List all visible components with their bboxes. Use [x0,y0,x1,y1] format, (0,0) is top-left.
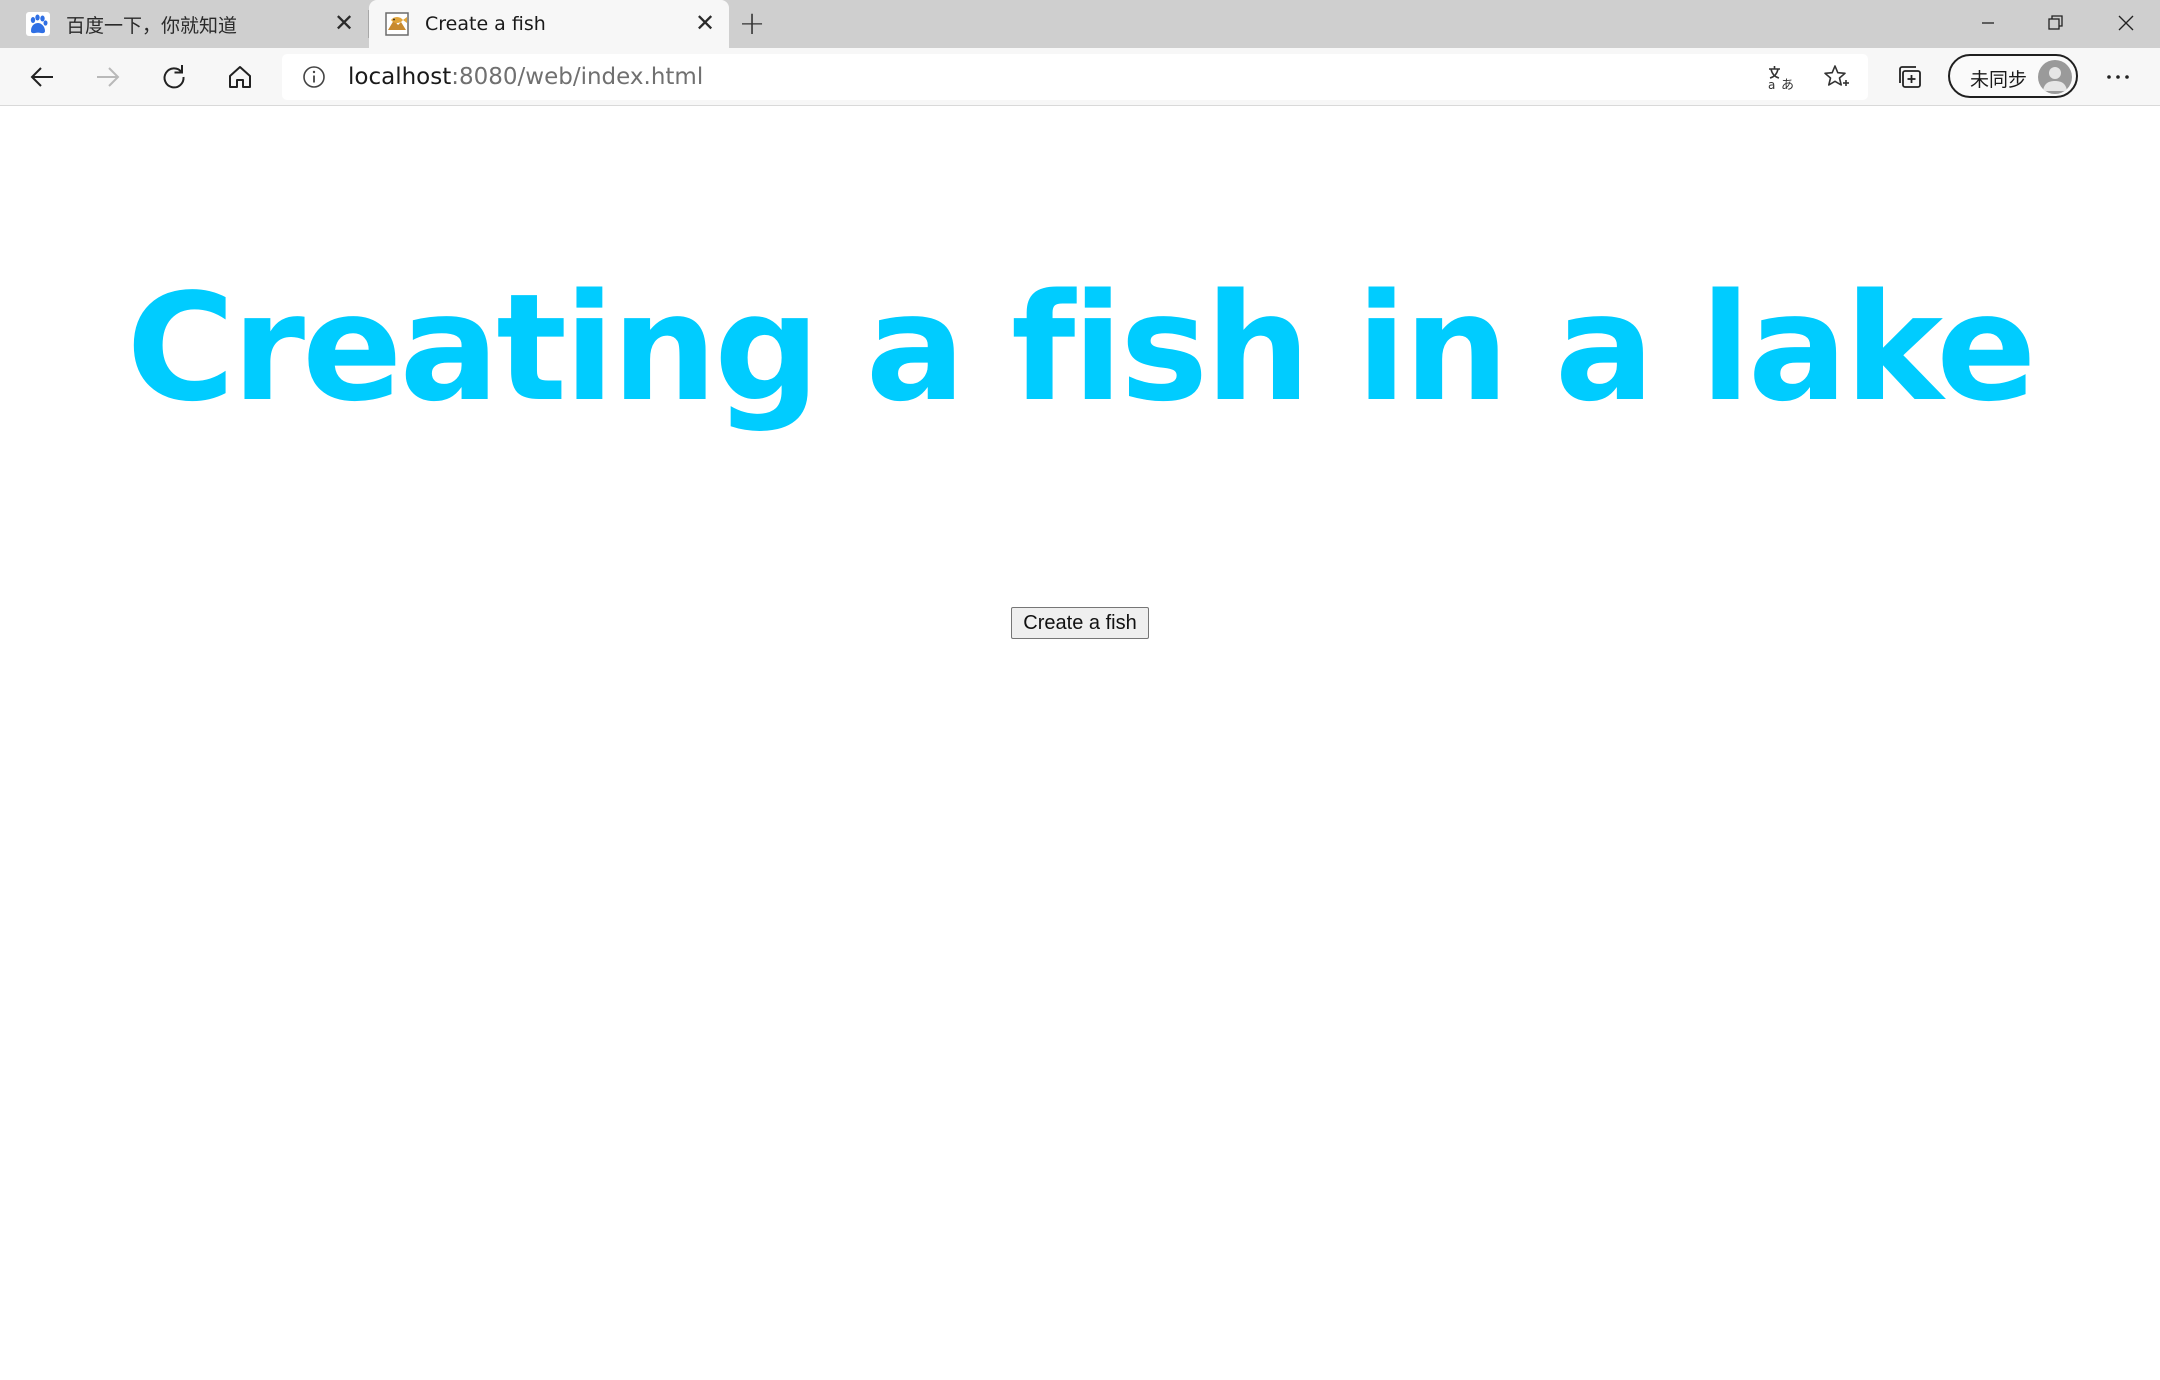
browser-toolbar: localhost:8080/web/index.html あ a 未同步 [0,48,2160,106]
info-icon[interactable] [302,65,326,89]
baidu-paw-icon [26,12,50,36]
arrow-left-icon [30,67,53,87]
home-icon [229,66,251,88]
tab-create-a-fish[interactable]: Create a fish ✕ [369,0,729,48]
minimize-icon [1982,22,1994,24]
page-heading: Creating a fish in a lake [126,262,2036,434]
refresh-button[interactable] [154,57,194,97]
fish-image-icon [385,12,409,36]
person-avatar-icon [2038,60,2072,94]
tab-baidu[interactable]: 百度一下，你就知道 ✕ [0,0,368,48]
tab-title: 百度一下，你就知道 [66,14,238,37]
collections-button[interactable] [1890,57,1930,97]
more-menu-button[interactable] [2098,57,2138,97]
tab-strip: 百度一下，你就知道 ✕ Create a fish ✕ + [0,0,2160,48]
address-bar[interactable]: localhost:8080/web/index.html あ a [282,54,1868,100]
url-path: :8080/web/index.html [451,64,704,90]
svg-text:あ: あ [1781,78,1794,91]
page-viewport: Creating a fish in a lake Create a fish [0,107,2160,1380]
translate-icon[interactable]: あ a [1766,63,1794,91]
tab-title: Create a fish [425,13,546,35]
star-add-icon[interactable] [1822,63,1850,91]
back-button[interactable] [22,57,62,97]
restore-icon [2048,15,2063,30]
refresh-icon [163,65,185,89]
more-horizontal-icon [2107,75,2129,79]
svg-text:a: a [1768,78,1775,91]
home-button[interactable] [220,57,260,97]
restore-button[interactable] [2022,0,2090,46]
collections-icon [1899,66,1921,88]
url-text[interactable]: localhost:8080/web/index.html [348,64,703,90]
close-tab-icon[interactable]: ✕ [695,11,715,35]
profile-button[interactable]: 未同步 [1948,54,2078,98]
url-host: localhost [348,64,452,90]
close-icon [2118,15,2134,31]
close-window-button[interactable] [2092,0,2160,46]
close-tab-icon[interactable]: ✕ [334,11,354,35]
new-tab-button[interactable]: + [736,4,768,44]
create-fish-button[interactable]: Create a fish [1011,607,1149,639]
minimize-button[interactable] [1954,0,2022,46]
forward-button[interactable] [88,57,128,97]
profile-sync-label: 未同步 [1970,69,2028,91]
arrow-right-icon [97,67,120,87]
